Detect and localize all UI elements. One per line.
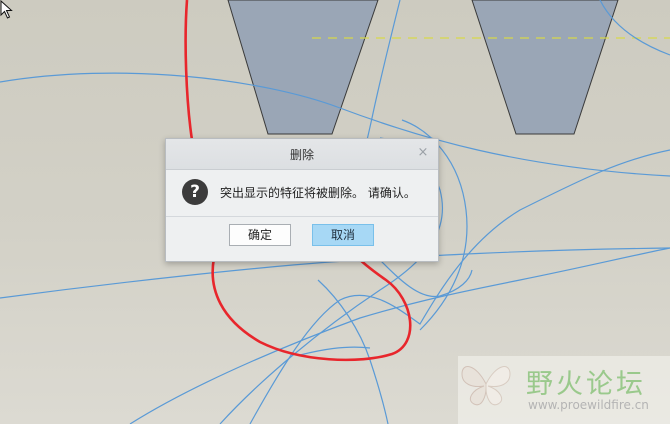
watermark-url: www.proewildfire.cn (528, 398, 649, 412)
close-icon[interactable]: × (414, 144, 432, 162)
dialog-divider (166, 216, 438, 217)
watermark-title: 野火论坛 (526, 369, 646, 400)
cancel-button[interactable]: 取消 (312, 224, 374, 246)
dialog-title: 删除 (289, 148, 314, 162)
dialog-titlebar[interactable]: 删除 × (166, 139, 438, 170)
mouse-cursor-icon (0, 0, 13, 19)
delete-dialog: 删除 × ? 突出显示的特征将被删除。 请确认。 确定 取消 (165, 138, 439, 262)
butterfly-logo-icon (461, 366, 511, 406)
ok-button[interactable]: 确定 (229, 224, 291, 246)
model-tooth-right (471, 0, 619, 135)
question-icon: ? (182, 179, 208, 205)
forum-watermark: 野火论坛 www.proewildfire.cn (458, 356, 670, 424)
dialog-message: 突出显示的特征将被删除。 请确认。 (220, 186, 416, 200)
